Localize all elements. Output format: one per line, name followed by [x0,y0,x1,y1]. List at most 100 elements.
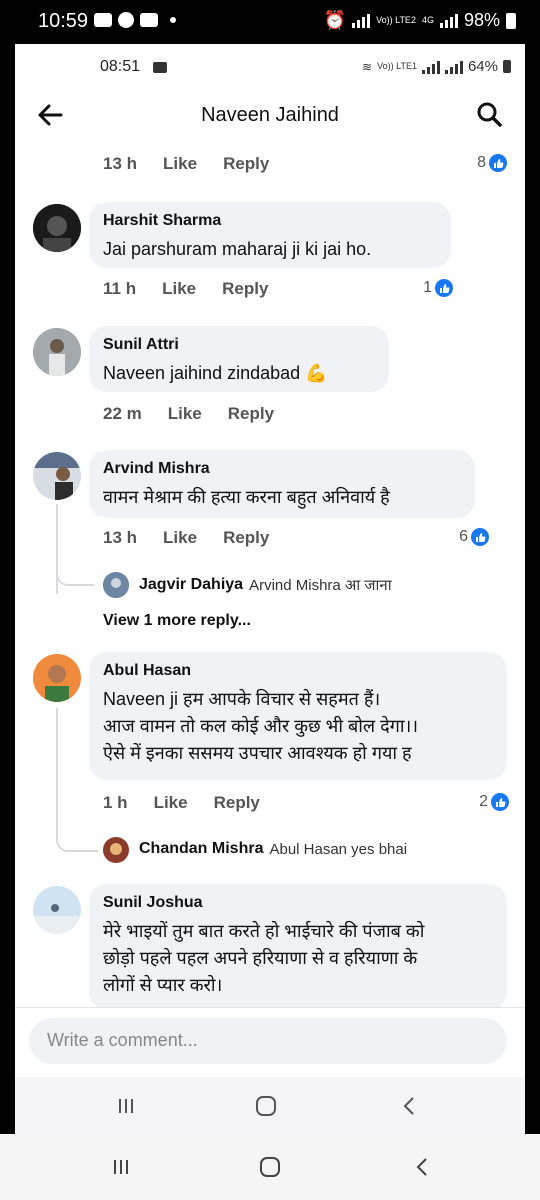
comment-text: वामन मेश्राम की हत्या करना बहुत अनिवार्य… [103,487,390,507]
inner-signal-icon-2 [444,60,463,74]
reply-button[interactable]: Reply [228,404,274,424]
reply-button[interactable]: Reply [214,793,260,813]
thread-connector [56,828,98,852]
inner-screenshot: 08:51 ≋ Vo)) LTE1 64% Naveen Jaihind 13 … [15,44,525,1134]
back-icon[interactable] [397,1093,423,1119]
inner-signal-icon [421,60,440,74]
recent-apps-icon[interactable] [113,1093,139,1119]
inner-lte-label: Vo)) LTE1 [377,61,417,71]
youtube-icon [94,13,112,27]
signal-icon [352,13,371,28]
avatar[interactable] [33,204,81,252]
thumbs-up-icon [489,154,507,172]
like-button[interactable]: Like [163,528,197,548]
wifi-icon: ≋ [362,59,373,74]
page-title: Naveen Jaihind [201,104,339,126]
comment-meta: 22 m Like Reply [103,404,274,424]
reaction-count[interactable]: 2 [479,793,509,811]
thread-line [56,708,58,828]
battery-icon [506,12,516,29]
thumbs-up-icon [471,528,489,546]
reply-text: Abul Hasan yes bhai [269,840,408,858]
comment-text-line: लोगों से प्यार करो। [103,975,223,995]
reaction-count[interactable]: 1 [423,279,453,297]
whatsapp-icon [118,12,134,28]
battery-percent: 98% [463,10,500,30]
recent-apps-icon[interactable] [108,1154,134,1180]
reaction-count[interactable]: 8 [477,154,507,172]
comment-text-line: आज वामन तो कल कोई और कुछ भी बोल देगा।। [103,716,419,736]
signal-icon-2 [439,13,458,28]
thread-connector [56,564,94,586]
comment-time: 1 h [103,793,128,812]
inner-clock: 08:51 [100,58,141,75]
avatar[interactable] [33,886,81,934]
comment-text-line: छोड़ो पहले पहल अपने हरियाणा से व हरियाणा… [103,948,418,968]
commenter-name[interactable]: Sunil Attri [103,336,375,354]
view-more-replies-link[interactable]: View 1 more reply... [103,612,251,630]
outer-status-right: ⏰ Vo)) LTE2 4G 98% [324,10,516,31]
lte-label: Vo)) LTE2 [376,15,416,25]
reply-button[interactable]: Reply [223,528,269,548]
comment-meta: 13 h Like Reply [103,154,269,174]
comment-bubble: Arvind Mishra वामन मेश्राम की हत्या करना… [89,450,475,518]
commenter-name[interactable]: Arvind Mishra [103,460,461,478]
reaction-number: 1 [423,279,432,296]
comment-bubble: Abul Hasan Naveen ji हम आपके विचार से सह… [89,652,507,780]
comment-text-line: मेरे भाइयों तुम बात करते हो भाईचारे की प… [103,921,425,941]
avatar[interactable] [103,572,129,598]
reaction-count[interactable]: 6 [459,528,489,546]
commenter-name[interactable]: Abul Hasan [103,662,493,680]
network-type: 4G [421,15,434,25]
thumbs-up-icon [435,279,453,297]
reply-text: Arvind Mishra आ जाना [249,577,392,594]
reaction-number: 8 [477,154,486,171]
media-icon [153,62,167,73]
comment-text: Naveen jaihind zindabad 💪 [103,363,328,383]
avatar[interactable] [33,452,81,500]
commenter-name[interactable]: Harshit Sharma [103,212,437,230]
reply-button[interactable]: Reply [222,279,268,299]
home-icon[interactable] [257,1154,283,1180]
reply-preview[interactable]: Jagvir Dahiya Arvind Mishra आ जाना [139,575,392,595]
reply-author[interactable]: Chandan Mishra [139,840,263,858]
comment-meta: 11 h Like Reply [103,279,268,299]
avatar[interactable] [33,654,81,702]
comment-time: 13 h [103,154,138,173]
inner-navigation-bar [15,1077,525,1134]
avatar[interactable] [103,837,129,863]
like-button[interactable]: Like [162,279,196,299]
outer-status-bar: 10:59 ⏰ Vo)) LTE2 4G 98% [0,0,540,44]
outer-navigation-bar [0,1134,540,1200]
comment-meta: 1 h Like Reply [103,793,260,813]
like-button[interactable]: Like [168,404,202,424]
more-notifications-icon [170,17,176,23]
comment-text: Jai parshuram maharaj ji ki jai ho. [103,239,372,259]
comment-time: 13 h [103,528,138,547]
post-header: Naveen Jaihind [15,90,525,142]
inner-battery-percent: 64% [467,58,498,75]
comment-bubble: Sunil Joshua मेरे भाइयों तुम बात करते हो… [89,884,507,1010]
comment-text-line: Naveen ji हम आपके विचार से सहमत हैं। [103,689,381,709]
reply-author[interactable]: Jagvir Dahiya [139,576,243,594]
like-button[interactable]: Like [154,793,188,813]
alarm-icon: ⏰ [323,10,347,30]
inner-status-right: ≋ Vo)) LTE1 64% [362,58,511,75]
search-icon[interactable] [475,100,503,128]
like-button[interactable]: Like [163,154,197,174]
home-icon[interactable] [253,1093,279,1119]
commenter-name[interactable]: Sunil Joshua [103,894,493,912]
comment-bubble: Harshit Sharma Jai parshuram maharaj ji … [89,202,451,268]
comment-composer: Write a comment... [15,1007,525,1077]
avatar[interactable] [33,328,81,376]
back-icon[interactable] [410,1154,436,1180]
reaction-number: 6 [459,528,468,545]
news-icon [140,13,158,27]
comment-meta: 13 h Like Reply [103,528,269,548]
comment-time: 11 h [103,279,137,298]
reply-button[interactable]: Reply [223,154,269,174]
notification-icons [94,12,176,28]
comment-time: 22 m [103,404,142,423]
comment-input[interactable]: Write a comment... [29,1018,507,1064]
reply-preview[interactable]: Chandan Mishra Abul Hasan yes bhai [139,840,407,858]
